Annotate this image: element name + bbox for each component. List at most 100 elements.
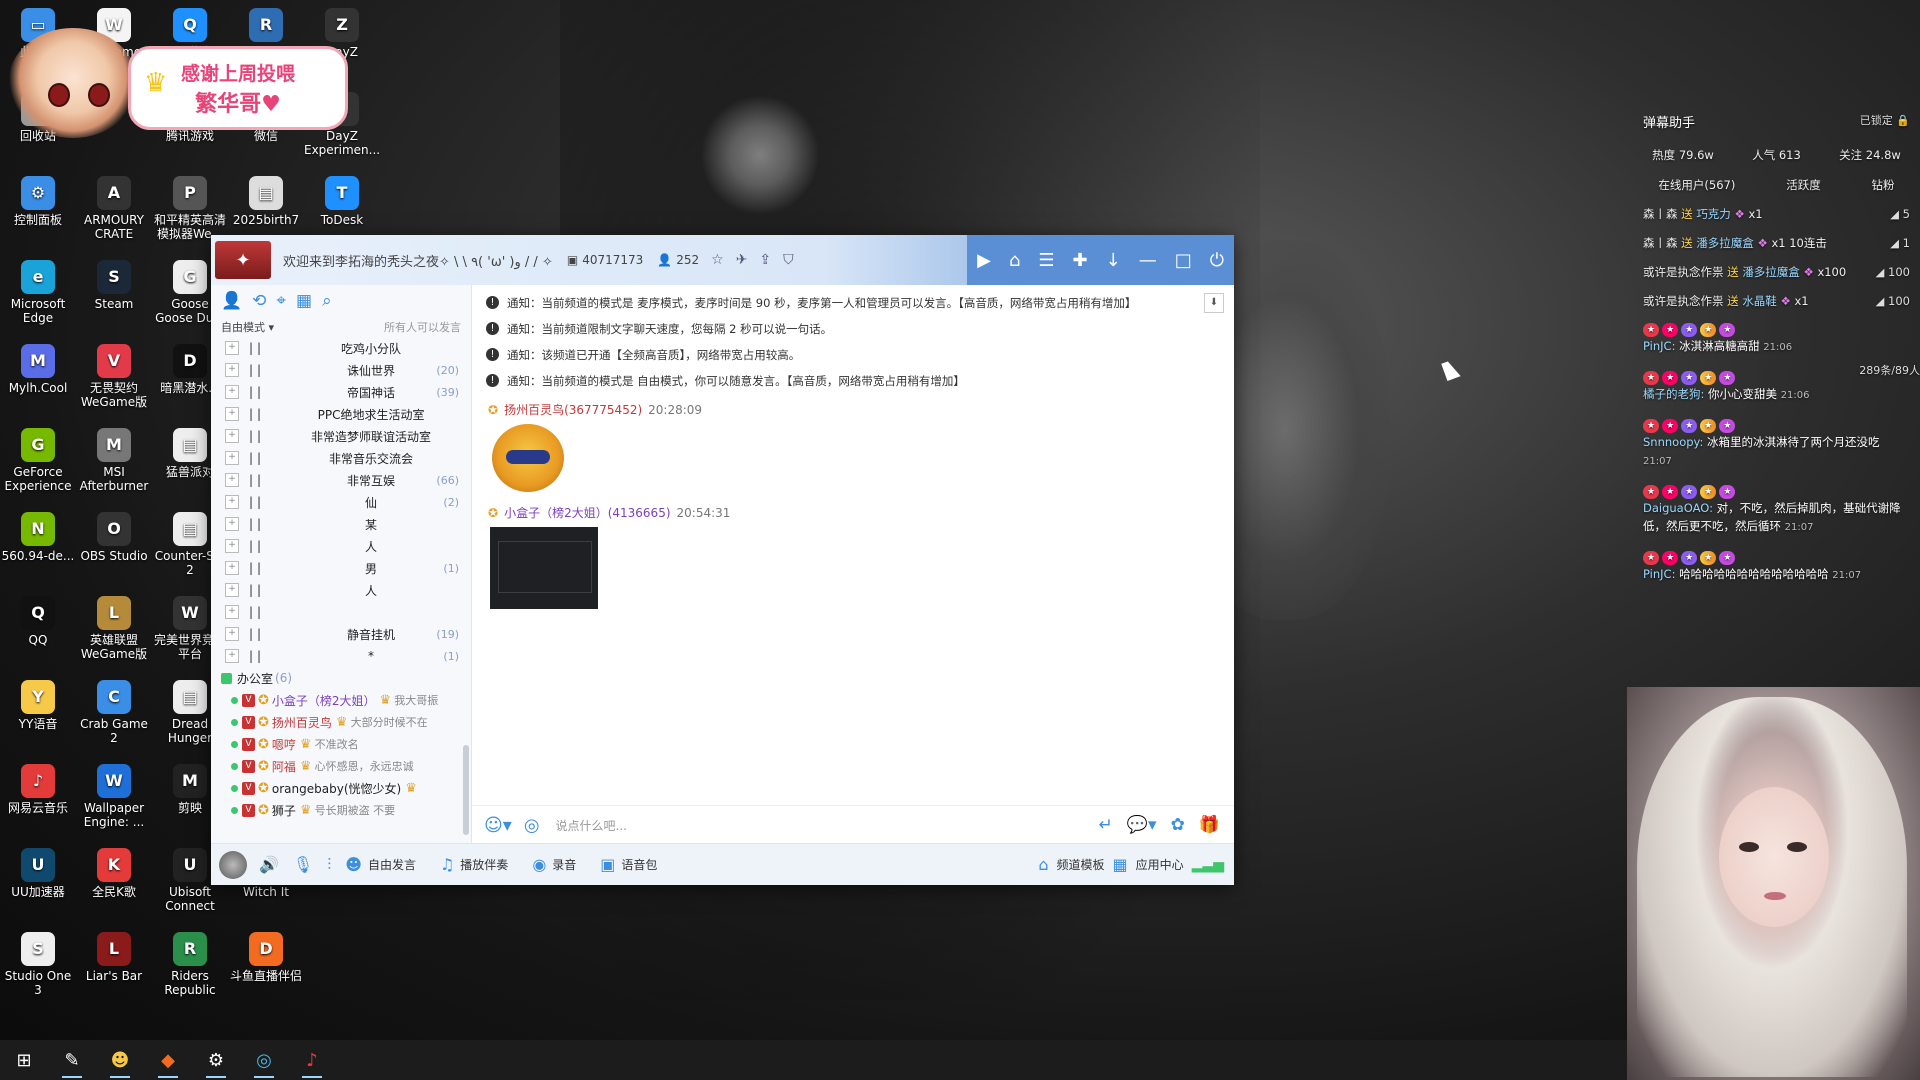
desktop-icon[interactable]: S Studio One 3: [0, 930, 76, 997]
refresh-icon[interactable]: ⟲: [252, 291, 266, 311]
expand-icon[interactable]: +: [225, 385, 239, 399]
tab-online-users[interactable]: 在线用户(567): [1658, 177, 1735, 193]
font-icon[interactable]: ◎: [524, 815, 540, 836]
channel-item[interactable]: + || 人: [225, 535, 471, 557]
emoji-picker-icon[interactable]: ☺▾: [484, 815, 512, 836]
taskbar-netease-music-icon[interactable]: ♪: [292, 1040, 332, 1080]
desktop-icon[interactable]: P 和平精英高清模拟器We...: [152, 174, 228, 241]
expand-icon[interactable]: +: [225, 495, 239, 509]
message-user[interactable]: 小盒子（榜2大姐）(4136665): [504, 504, 670, 521]
channel-item[interactable]: + || 帝国神话 (39): [225, 381, 471, 403]
desktop-icon[interactable]: R Riders Republic: [152, 930, 228, 997]
desktop-icon[interactable]: C Crab Game 2: [76, 678, 152, 745]
user-icon[interactable]: 👤: [221, 291, 242, 311]
expand-icon[interactable]: +: [225, 407, 239, 421]
desktop-icon[interactable]: N 560.94-de...: [0, 510, 76, 563]
desktop-icon[interactable]: A ARMOURY CRATE: [76, 174, 152, 241]
desktop-icon[interactable]: K 全民K歌: [76, 846, 152, 899]
channel-item[interactable]: + || 静音挂机 (19): [225, 623, 471, 645]
list-icon[interactable]: ☰: [1038, 250, 1054, 271]
mode-select[interactable]: 自由模式 ▾: [221, 319, 274, 335]
microphone-icon[interactable]: 🎙: [293, 855, 313, 874]
expand-icon[interactable]: +: [225, 561, 239, 575]
desktop-icon[interactable]: Q QQ: [0, 594, 76, 647]
gamepad-icon[interactable]: ✚: [1073, 250, 1088, 271]
channel-item[interactable]: + || 吃鸡小分队: [225, 337, 471, 359]
board-icon[interactable]: ▦: [296, 291, 312, 311]
channel-item[interactable]: + || * (1): [225, 645, 471, 667]
desktop-icon[interactable]: W Wallpaper Engine: ...: [76, 762, 152, 829]
search-icon[interactable]: ⌕: [322, 291, 332, 311]
desktop-icon[interactable]: G GeForce Experience: [0, 426, 76, 493]
taskbar-studio-one-icon[interactable]: ✎: [52, 1040, 92, 1080]
share-icon[interactable]: ⇪: [759, 252, 771, 268]
message-user[interactable]: 扬州百灵鸟(367775452): [504, 401, 642, 418]
expand-icon[interactable]: +: [225, 649, 239, 663]
avatar[interactable]: [219, 850, 247, 879]
member-item[interactable]: V ✪ 小盒子（榜2大姐） ♛ 我大哥振: [225, 689, 471, 711]
expand-icon[interactable]: +: [225, 363, 239, 377]
home-icon[interactable]: ⌂: [1009, 250, 1020, 271]
bubble-icon[interactable]: 💬▾: [1127, 815, 1157, 835]
record-button[interactable]: ◉ 录音: [532, 855, 576, 874]
member-item[interactable]: V ✪ orangebaby(恍惚少女) ♛: [225, 777, 471, 799]
screenshot-image[interactable]: [490, 527, 598, 609]
speaker-icon[interactable]: 🔊: [259, 855, 279, 874]
flower-icon[interactable]: ✿: [1171, 815, 1185, 835]
lock-status[interactable]: 已锁定 🔒: [1860, 112, 1910, 131]
desktop-icon[interactable]: L Liar's Bar: [76, 930, 152, 983]
danmaku-user[interactable]: PinJC:: [1643, 339, 1679, 353]
desktop-icon[interactable]: U UU加速器: [0, 846, 76, 899]
taskbar-steam-icon[interactable]: ⚙: [196, 1040, 236, 1080]
chat-input[interactable]: 说点什么吧...: [556, 817, 1099, 834]
accompany-button[interactable]: ♫ 播放伴奏: [440, 855, 508, 874]
desktop-icon[interactable]: Y YY语音: [0, 678, 76, 731]
desktop-icon[interactable]: O OBS Studio: [76, 510, 152, 563]
desktop-icon[interactable]: ▤ 2025birth7: [228, 174, 304, 227]
channel-item[interactable]: + || 仙 (2): [225, 491, 471, 513]
expand-icon[interactable]: +: [225, 583, 239, 597]
channel-item[interactable]: + ||: [225, 601, 471, 623]
danmaku-user[interactable]: Snnnoopy:: [1643, 435, 1707, 449]
desktop-icon[interactable]: M MSI Afterburner: [76, 426, 152, 493]
member-item[interactable]: V ✪ 嗯哼 ♛ 不准改名: [225, 733, 471, 755]
tree-scrollbar[interactable]: [463, 745, 469, 835]
video-icon[interactable]: ▶: [977, 250, 991, 271]
power-icon[interactable]: ⏻: [1210, 250, 1224, 271]
expand-icon[interactable]: +: [225, 517, 239, 531]
expand-icon[interactable]: +: [225, 627, 239, 641]
channel-item[interactable]: + || 某: [225, 513, 471, 535]
danmaku-user[interactable]: 橘子的老狗:: [1643, 387, 1708, 401]
expand-icon[interactable]: +: [225, 605, 239, 619]
free-speak-button[interactable]: ☻ 自由发言: [345, 855, 416, 874]
desktop-icon[interactable]: M Mylh.Cool: [0, 342, 76, 395]
taskbar-yy-icon[interactable]: ☻: [100, 1040, 140, 1080]
channel-item[interactable]: + || 男 (1): [225, 557, 471, 579]
voice-pack-button[interactable]: ▣ 语音包: [600, 855, 657, 874]
favorite-icon[interactable]: ☆: [711, 252, 724, 268]
expand-icon[interactable]: +: [225, 451, 239, 465]
danmaku-user[interactable]: DaiguaOAO:: [1643, 501, 1717, 515]
emoji-image[interactable]: [492, 424, 564, 492]
taskbar-uu-icon[interactable]: ◎: [244, 1040, 284, 1080]
expand-icon[interactable]: +: [225, 473, 239, 487]
channel-item[interactable]: + || PPC绝地求生活动室: [225, 403, 471, 425]
app-grid-icon[interactable]: ▦: [1113, 855, 1128, 874]
taskbar-douyu-icon[interactable]: ◆: [148, 1040, 188, 1080]
download-icon[interactable]: ↓: [1106, 250, 1121, 271]
desktop-icon[interactable]: e Microsoft Edge: [0, 258, 76, 325]
app-center-button[interactable]: 应用中心: [1136, 856, 1184, 873]
tab-activity[interactable]: 活跃度: [1786, 177, 1821, 193]
scroll-down-icon[interactable]: ⬇: [1204, 293, 1224, 313]
plane-icon[interactable]: ✈: [736, 252, 748, 268]
gift-icon[interactable]: 🎁: [1199, 815, 1220, 835]
channel-item[interactable]: + || 人: [225, 579, 471, 601]
desktop-icon[interactable]: ⚙ 控制面板: [0, 174, 76, 227]
channel-template-button[interactable]: 频道模板: [1057, 856, 1105, 873]
equalizer-icon[interactable]: ⫶: [327, 855, 331, 875]
yy-voice-window[interactable]: ✦ 欢迎来到李拓海的秃头之夜✧ \ \ ٩( 'ω' )و / / ✧ ▣ 407…: [211, 235, 1234, 885]
desktop-icon[interactable]: D 斗鱼直播伴侣: [228, 930, 304, 983]
member-item[interactable]: V ✪ 狮子 ♛ 号长期被盗 不要: [225, 799, 471, 821]
expand-icon[interactable]: +: [225, 429, 239, 443]
expand-icon[interactable]: +: [225, 539, 239, 553]
